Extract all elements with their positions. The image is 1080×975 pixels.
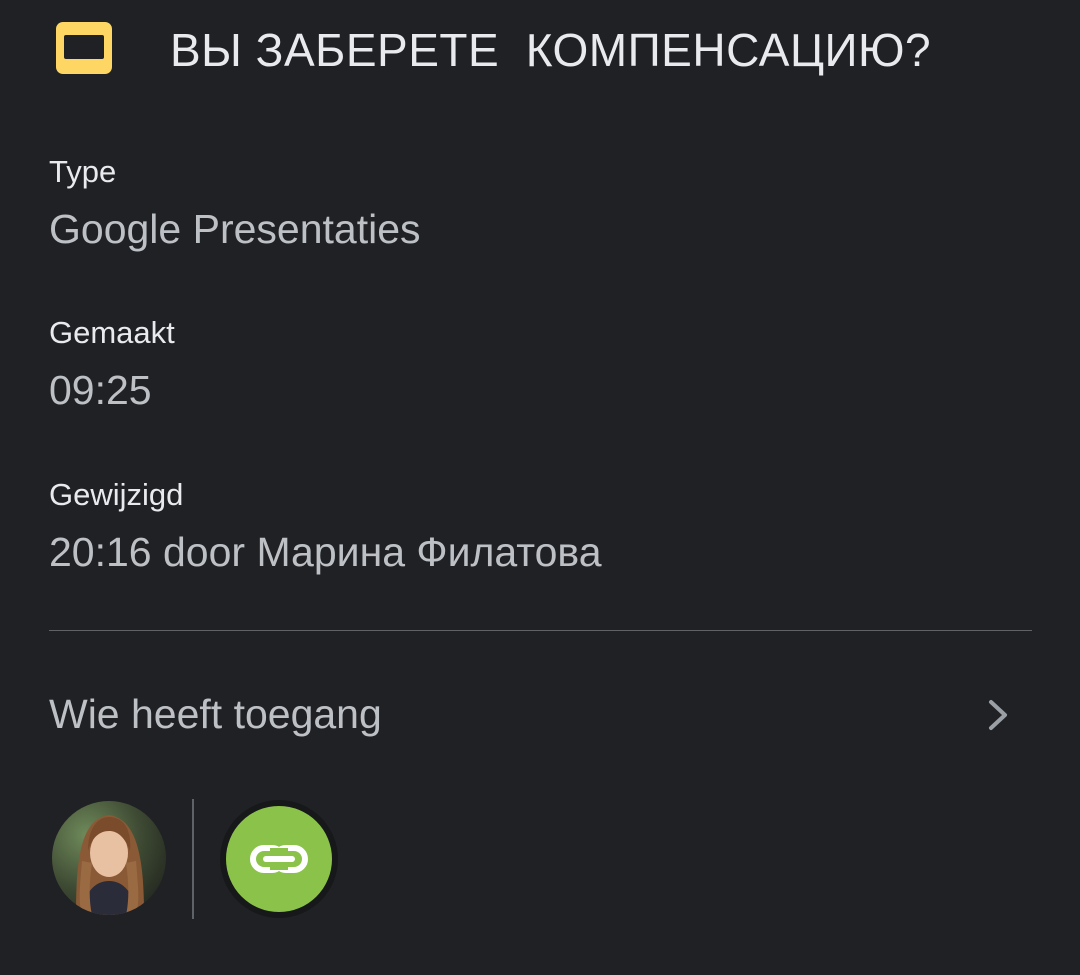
created-value: 09:25 (49, 367, 152, 413)
created-label: Gemaakt (49, 315, 175, 350)
who-has-access-label: Wie heeft toegang (49, 691, 382, 737)
chevron-right-icon (989, 700, 1007, 730)
type-label: Type (49, 154, 117, 189)
link-sharing-button[interactable] (220, 800, 338, 918)
link-sharing-circle (226, 806, 332, 912)
link-icon (250, 845, 308, 873)
modified-label: Gewijzigd (49, 477, 184, 512)
avatar-separator (192, 799, 194, 919)
slides-icon (56, 22, 112, 74)
avatar-photo (52, 801, 166, 915)
file-title: ВЫ ЗАБЕРЕТЕ КОМПЕНСАЦИЮ? (170, 24, 932, 76)
who-has-access-row[interactable]: Wie heeft toegang (0, 670, 1080, 760)
divider (49, 630, 1032, 631)
type-value: Google Presentaties (49, 206, 421, 252)
avatar[interactable] (52, 801, 166, 915)
file-details-panel: ВЫ ЗАБЕРЕТЕ КОМПЕНСАЦИЮ? Type Google Pre… (0, 0, 1080, 975)
header: ВЫ ЗАБЕРЕТЕ КОМПЕНСАЦИЮ? (0, 0, 1080, 100)
modified-value: 20:16 door Марина Филатова (49, 529, 602, 575)
